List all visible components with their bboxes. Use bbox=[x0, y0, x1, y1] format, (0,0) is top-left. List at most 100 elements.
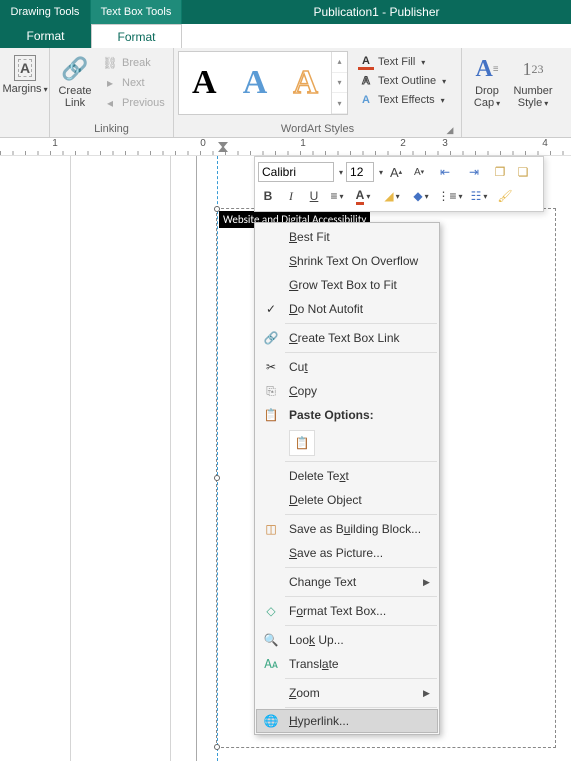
format-icon: ◇ bbox=[257, 604, 285, 618]
document-canvas[interactable]: Website and Digital Accessibility ▾ ▾ A▴… bbox=[0, 156, 571, 761]
horizontal-ruler[interactable]: 1 0 1 2 3 4 bbox=[0, 138, 571, 156]
menu-separator bbox=[285, 625, 437, 626]
text-effects-icon: A bbox=[358, 92, 374, 108]
text-effects-button[interactable]: AText Effects▾ bbox=[358, 92, 446, 108]
resize-handle-w[interactable] bbox=[214, 475, 220, 481]
next-link-button: ▸Next bbox=[100, 74, 167, 92]
block-icon: ◫ bbox=[257, 522, 285, 536]
next-icon: ▸ bbox=[102, 75, 118, 91]
menu-shrink-overflow[interactable]: Shrink Text On Overflow bbox=[257, 249, 437, 273]
bold-button[interactable]: B bbox=[258, 186, 278, 206]
create-link-button[interactable]: 🔗 Create Link bbox=[54, 51, 96, 109]
context-tab-textbox[interactable]: Text Box Tools bbox=[91, 0, 182, 24]
text-fill-icon: A bbox=[358, 54, 374, 70]
drop-cap-button[interactable]: A≡ Drop Cap▾ bbox=[466, 51, 508, 109]
decrease-indent-button[interactable]: ⇤ bbox=[432, 162, 458, 182]
align-button[interactable]: ≡▾ bbox=[327, 186, 347, 206]
menu-separator bbox=[285, 461, 437, 462]
gallery-up[interactable]: ▴ bbox=[332, 52, 347, 73]
increase-indent-button[interactable]: ⇥ bbox=[461, 162, 487, 182]
wordart-gallery[interactable]: A A A ▴ ▾ ▾ bbox=[178, 51, 348, 115]
ribbon: A Margins▾ 🔗 Create Link ⛓Break ▸Next ◂P… bbox=[0, 48, 571, 138]
font-size-selector[interactable] bbox=[346, 162, 374, 182]
margins-button[interactable]: A Margins▾ bbox=[4, 51, 46, 95]
text-outline-icon: A bbox=[358, 73, 374, 89]
title-bar: Drawing Tools Text Box Tools Publication… bbox=[0, 0, 571, 24]
wordart-style-2[interactable]: A bbox=[230, 52, 281, 114]
clipboard-icon: 📋 bbox=[295, 436, 310, 450]
menu-delete-object[interactable]: Delete Object bbox=[257, 488, 437, 512]
context-tab-drawing[interactable]: Drawing Tools bbox=[0, 0, 91, 24]
paste-keep-formatting[interactable]: 📋 bbox=[289, 430, 315, 456]
menu-separator bbox=[285, 678, 437, 679]
indent-marker[interactable] bbox=[218, 142, 228, 152]
menu-translate[interactable]: 🗛Translate bbox=[257, 652, 437, 676]
hyperlink-icon: 🌐 bbox=[257, 714, 285, 728]
menu-save-picture[interactable]: Save as Picture... bbox=[257, 541, 437, 565]
menu-separator bbox=[285, 567, 437, 568]
menu-cut[interactable]: ✂Cut bbox=[257, 355, 437, 379]
number-style-icon: 123 bbox=[519, 55, 547, 83]
menu-copy[interactable]: ⎘Copy bbox=[257, 379, 437, 403]
styles-icon: ☷ bbox=[471, 189, 482, 203]
break-link-button: ⛓Break bbox=[100, 54, 167, 72]
menu-paste-options: 📋Paste Options: bbox=[257, 403, 437, 427]
bucket-icon: ◆ bbox=[413, 189, 422, 203]
wordart-group-label: WordArt Styles◢ bbox=[178, 121, 457, 137]
font-color-button[interactable]: A▾ bbox=[350, 186, 376, 206]
text-fill-button[interactable]: AText Fill▾ bbox=[358, 54, 446, 70]
menu-look-up[interactable]: 🔍Look Up... bbox=[257, 628, 437, 652]
menu-hyperlink[interactable]: 🌐Hyperlink... bbox=[256, 709, 438, 733]
menu-no-autofit[interactable]: ✓Do Not Autofit bbox=[257, 297, 437, 321]
check-icon: ✓ bbox=[257, 302, 285, 316]
shrink-font-button[interactable]: A▾ bbox=[409, 162, 429, 182]
italic-button[interactable]: I bbox=[281, 186, 301, 206]
menu-change-text[interactable]: Change Text▶ bbox=[257, 570, 437, 594]
copy-style-button[interactable]: ❐ bbox=[490, 162, 510, 182]
previous-link-button: ◂Previous bbox=[100, 94, 167, 112]
styles-button[interactable]: ☷▾ bbox=[466, 186, 492, 206]
menu-save-building-block[interactable]: ◫Save as Building Block... bbox=[257, 517, 437, 541]
previous-icon: ◂ bbox=[102, 95, 118, 111]
font-selector[interactable] bbox=[258, 162, 334, 182]
wordart-dialog-launcher[interactable]: ◢ bbox=[445, 125, 455, 135]
highlight-button[interactable]: ◢▾ bbox=[379, 186, 405, 206]
underline-button[interactable]: U bbox=[304, 186, 324, 206]
drop-cap-icon: A≡ bbox=[473, 55, 501, 83]
create-link-label: Create Link bbox=[58, 85, 91, 109]
cut-icon: ✂ bbox=[257, 360, 285, 374]
tab-row: Format Format bbox=[0, 24, 571, 48]
bullets-button[interactable]: ⋮≡▾ bbox=[437, 186, 463, 206]
menu-separator bbox=[285, 596, 437, 597]
gallery-down[interactable]: ▾ bbox=[332, 73, 347, 94]
wordart-style-1[interactable]: A bbox=[179, 52, 230, 114]
menu-delete-text[interactable]: Delete Text bbox=[257, 464, 437, 488]
menu-best-fit[interactable]: BBest Fitest Fit bbox=[257, 225, 437, 249]
menu-create-link[interactable]: 🔗Create Text Box Link bbox=[257, 326, 437, 350]
wordart-style-3[interactable]: A bbox=[280, 52, 331, 114]
menu-separator bbox=[285, 352, 437, 353]
gallery-more[interactable]: ▾ bbox=[332, 93, 347, 114]
paste-style-button[interactable]: ❏ bbox=[513, 162, 533, 182]
paste-icon: 📋 bbox=[257, 408, 285, 422]
menu-zoom[interactable]: Zoom▶ bbox=[257, 681, 437, 705]
menu-format-textbox[interactable]: ◇Format Text Box... bbox=[257, 599, 437, 623]
tab-format-drawing[interactable]: Format bbox=[0, 24, 91, 48]
lookup-icon: 🔍 bbox=[257, 633, 285, 647]
margins-icon: A bbox=[14, 55, 36, 81]
resize-handle-sw[interactable] bbox=[214, 744, 220, 750]
menu-grow-textbox[interactable]: Grow Text Box to Fit bbox=[257, 273, 437, 297]
translate-icon: 🗛 bbox=[257, 657, 285, 672]
copy-style-icon: ❐ bbox=[495, 165, 506, 179]
mini-toolbar: ▾ ▾ A▴ A▾ ⇤ ⇥ ❐ ❏ B I U ≡▾ A▾ ◢▾ ◆▾ ⋮≡▾ … bbox=[254, 156, 544, 212]
size-dropdown-icon[interactable]: ▾ bbox=[379, 168, 383, 177]
grow-font-button[interactable]: A▴ bbox=[386, 162, 406, 182]
text-outline-button[interactable]: AText Outline▾ bbox=[358, 73, 446, 89]
tab-format-textbox[interactable]: Format bbox=[91, 24, 182, 48]
number-style-button[interactable]: 123 Number Style▾ bbox=[512, 51, 554, 109]
app-title: Publication1 - Publisher bbox=[182, 0, 571, 24]
format-painter-button[interactable]: 🖌 bbox=[495, 186, 515, 206]
menu-separator bbox=[285, 514, 437, 515]
font-dropdown-icon[interactable]: ▾ bbox=[339, 168, 343, 177]
fill-color-button[interactable]: ◆▾ bbox=[408, 186, 434, 206]
